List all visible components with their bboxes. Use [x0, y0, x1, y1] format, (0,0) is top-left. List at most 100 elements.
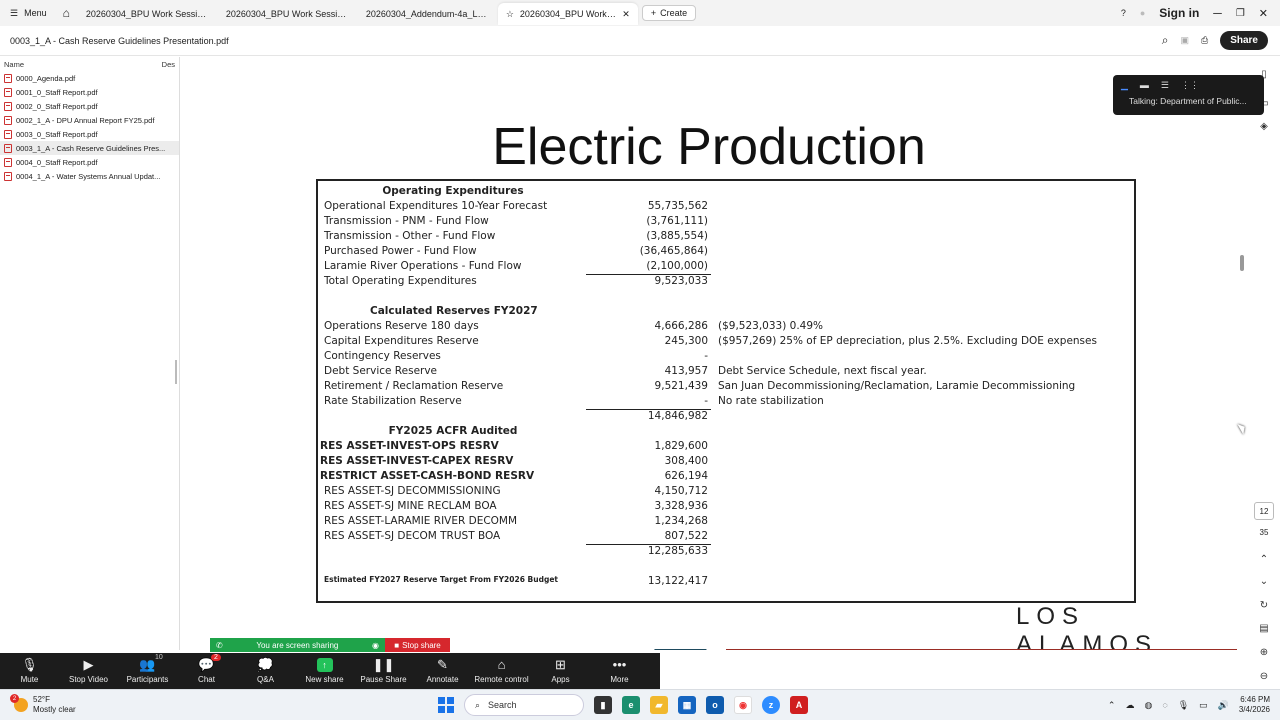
- reserve-row: Operations Reserve 180 days 4,666,286 ($9,…: [318, 320, 1134, 335]
- weather-temp: 52°F: [33, 695, 50, 704]
- chevron-up-icon[interactable]: ⌃: [1108, 700, 1116, 711]
- participants-label: Participants: [126, 675, 169, 684]
- sign-in-button[interactable]: Sign in: [1159, 6, 1199, 20]
- row-label: Contingency Reserves: [324, 350, 441, 362]
- minimize-panel-icon[interactable]: ▁: [1121, 80, 1128, 91]
- file-name: 0002_0_Staff Report.pdf: [16, 101, 98, 111]
- zoom-out-icon[interactable]: ⊖: [1256, 668, 1272, 684]
- file-name: 0003_1_A - Cash Reserve Guidelines Pres.…: [16, 143, 166, 153]
- acfr-row: RES ASSET-SJ DECOMMISSIONING 4,150,712: [318, 485, 1134, 500]
- task-view-icon[interactable]: ▮: [594, 696, 612, 714]
- remote-control-button[interactable]: ⌂ Remote control: [472, 658, 531, 685]
- tab-work-session-p[interactable]: 20260304_BPU Work Session P...: [218, 3, 358, 25]
- menu-button[interactable]: ☰ Menu: [0, 0, 55, 26]
- layers-icon[interactable]: ◈: [1256, 118, 1272, 134]
- search-icon[interactable]: ⌕: [1162, 33, 1169, 48]
- vertical-scrollbar-thumb[interactable]: [1240, 255, 1244, 271]
- speaker-view-icon[interactable]: ▬: [1140, 80, 1149, 91]
- qa-button[interactable]: 💭 Q&A: [236, 658, 295, 685]
- acfr-row: RES ASSET-SJ DECOM TRUST BOA 807,522: [318, 530, 1134, 545]
- create-label: Create: [660, 8, 688, 18]
- help-icon[interactable]: ?: [1121, 8, 1126, 18]
- reserve-row: Debt Service Reserve 413,957 Debt Service …: [318, 365, 1134, 380]
- pause-icon: ❚❚: [372, 657, 395, 672]
- browser-tab-strip: ☰ Menu ⌂ 20260304_BPU Work Session A... …: [0, 0, 1280, 26]
- pdf-file-icon: [4, 73, 12, 83]
- close-window-icon[interactable]: ✕: [1259, 7, 1268, 20]
- store-icon[interactable]: ▦: [678, 696, 696, 714]
- row-label: Retirement / Reclamation Reserve: [324, 380, 504, 392]
- zoom-mini-window[interactable]: ▁ ▬ ☰ ⋮⋮ Talking: Department of Public..…: [1113, 75, 1264, 115]
- edge-icon[interactable]: e: [622, 696, 640, 714]
- new-share-button[interactable]: ↑ New share: [295, 658, 354, 684]
- share-button[interactable]: Share: [1220, 31, 1268, 50]
- zoom-app-icon[interactable]: z: [762, 696, 780, 714]
- column-name-header[interactable]: Name: [4, 60, 24, 69]
- row-note: ($9,523,033) 0.49%: [718, 320, 824, 332]
- row-label: Capital Expenditures Reserve: [324, 335, 479, 347]
- more-button[interactable]: ••• More: [590, 658, 649, 685]
- network-icon[interactable]: ◍: [1144, 700, 1152, 711]
- apps-button[interactable]: ⊞ Apps: [531, 658, 590, 685]
- create-button[interactable]: + Create: [641, 5, 697, 21]
- file-list-item[interactable]: 0004_1_A - Water Systems Annual Updat...: [0, 169, 179, 183]
- fit-page-icon[interactable]: ▤: [1256, 620, 1272, 636]
- column-description-header[interactable]: Des: [162, 60, 175, 69]
- tab-work-session-a[interactable]: 20260304_BPU Work Session A...: [78, 3, 218, 25]
- print-icon[interactable]: ⎙: [1201, 35, 1208, 46]
- weather-badge: 2: [10, 694, 19, 703]
- stop-video-button[interactable]: ▶ Stop Video: [59, 658, 118, 685]
- estimate-row: Estimated FY2027 Reserve Target From FY2…: [318, 575, 1134, 590]
- file-list-item[interactable]: 0003_0_Staff Report.pdf: [0, 127, 179, 141]
- mute-button[interactable]: 🎙 Mute: [0, 658, 59, 685]
- pause-share-button[interactable]: ❚❚ Pause Share: [354, 657, 413, 685]
- file-list-item[interactable]: 0001_0_Staff Report.pdf: [0, 85, 179, 99]
- volume-icon[interactable]: 🔊: [1218, 700, 1229, 711]
- microphone-icon[interactable]: 🎙: [1178, 700, 1189, 711]
- row-value: (36,465,864): [639, 245, 708, 257]
- file-list-item[interactable]: 0002_0_Staff Report.pdf: [0, 99, 179, 113]
- file-list-item[interactable]: 0000_Agenda.pdf: [0, 71, 179, 85]
- taskbar-search-box[interactable]: ⌕ Search: [464, 694, 584, 716]
- sidebar-resize-handle[interactable]: [175, 360, 177, 384]
- strip-view-icon[interactable]: ☰: [1161, 80, 1169, 91]
- weather-widget[interactable]: 2 52°F Mostly clear: [0, 694, 300, 715]
- annotate-button[interactable]: ✎ Annotate: [413, 658, 472, 685]
- row-value: -: [704, 350, 708, 362]
- chat-button[interactable]: 💬 2 Chat: [177, 654, 236, 684]
- location-icon[interactable]: ◌: [1162, 700, 1167, 710]
- restore-icon[interactable]: ❐: [1236, 8, 1245, 19]
- pause-share-label: Pause Share: [360, 675, 407, 684]
- status-dot-icon: ●: [1139, 8, 1146, 18]
- participants-button[interactable]: 👥 10 Participants: [118, 654, 177, 684]
- onedrive-icon[interactable]: ☁: [1125, 700, 1134, 711]
- file-list-item[interactable]: 0004_0_Staff Report.pdf: [0, 155, 179, 169]
- page-number-input[interactable]: 12: [1254, 502, 1274, 520]
- save-icon[interactable]: ▣: [1180, 35, 1189, 46]
- row-value: (2,100,000): [646, 260, 708, 272]
- windows-start-icon[interactable]: [438, 697, 454, 713]
- chrome-icon[interactable]: ◉: [734, 696, 752, 714]
- zoom-in-icon[interactable]: ⊕: [1256, 644, 1272, 660]
- file-list-item[interactable]: 0002_1_A - DPU Annual Report FY25.pdf: [0, 113, 179, 127]
- row-value: (3,761,111): [646, 215, 708, 227]
- outlook-icon[interactable]: o: [706, 696, 724, 714]
- display-icon[interactable]: ▭: [1199, 700, 1208, 711]
- tab-active-work-session[interactable]: ☆ 20260304_BPU Work S... ✕: [497, 3, 638, 25]
- rotate-icon[interactable]: ↻: [1256, 597, 1272, 613]
- file-explorer-icon[interactable]: ▰: [650, 696, 668, 714]
- apps-label: Apps: [551, 675, 570, 684]
- minimize-icon[interactable]: ─: [1213, 6, 1222, 20]
- taskbar-clock[interactable]: 6:46 PM 3/4/2026: [1239, 695, 1270, 715]
- chevron-down-icon[interactable]: ⌄: [1256, 573, 1272, 589]
- gallery-view-icon[interactable]: ⋮⋮: [1181, 80, 1199, 91]
- star-icon[interactable]: ☆: [506, 9, 514, 20]
- tab-addendum[interactable]: 20260304_Addendum-4a_LAN...: [358, 3, 498, 25]
- chevron-up-icon[interactable]: ⌃: [1256, 551, 1272, 567]
- acrobat-icon[interactable]: A: [790, 696, 808, 714]
- close-tab-icon[interactable]: ✕: [622, 9, 630, 20]
- stop-share-button[interactable]: ■ Stop share: [385, 638, 450, 652]
- file-list-item[interactable]: 0003_1_A - Cash Reserve Guidelines Pres.…: [0, 141, 179, 155]
- plus-icon: +: [650, 8, 657, 18]
- home-icon[interactable]: ⌂: [55, 6, 78, 20]
